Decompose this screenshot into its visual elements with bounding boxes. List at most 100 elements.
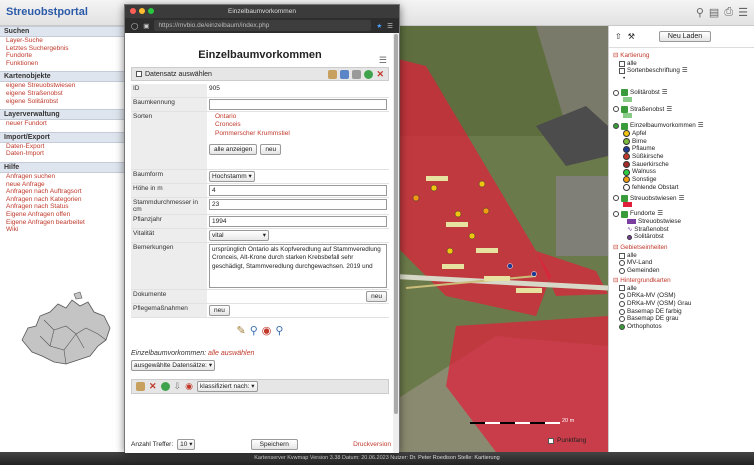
zoom-select-icon[interactable]: ⚲ xyxy=(275,324,283,338)
close-icon[interactable] xyxy=(130,8,136,14)
sorte-neu-button[interactable]: neu xyxy=(260,144,282,155)
speichern-button[interactable]: Speichern xyxy=(250,439,298,450)
tree-selected-icon[interactable] xyxy=(160,381,170,391)
minimize-icon[interactable] xyxy=(139,8,145,14)
neu-laden-button[interactable]: Neu Laden xyxy=(658,31,712,42)
group-hintergrund[interactable]: ⊟ Hintergrundkarten xyxy=(609,277,754,285)
layer-strassenobst[interactable]: Straßenobst ☰ xyxy=(609,106,754,114)
layer-fundorte[interactable]: Fundorte ☰ xyxy=(609,210,754,218)
maximize-icon[interactable] xyxy=(148,8,154,14)
pencil-icon[interactable]: ✎ xyxy=(237,324,246,338)
solitaerobst-radio[interactable] xyxy=(613,89,619,96)
delete-icon[interactable]: ✕ xyxy=(376,69,384,80)
sorte-item[interactable]: Pommerscher Krummstiel xyxy=(209,130,387,139)
hintergrund-radio[interactable] xyxy=(619,300,625,307)
sidebar-link[interactable]: neue Anfrage xyxy=(0,181,125,189)
layer-einzelbaum[interactable]: Einzelbaumvorkommen ☰ xyxy=(609,122,754,130)
sorte-item[interactable]: Cronceis xyxy=(209,121,387,130)
url-field[interactable]: https://mvbio.de/einzelbaum/index.php xyxy=(154,20,372,31)
vitalitaet-select[interactable]: vital ▾ xyxy=(209,229,269,241)
strassenobst-radio[interactable] xyxy=(613,106,619,113)
duplicate-icon[interactable] xyxy=(352,69,362,79)
hintergrund-item[interactable]: DRKa-MV (OSM) xyxy=(609,292,754,300)
sortenbeschriftung-checkbox[interactable] xyxy=(619,68,625,75)
kartierung-alle[interactable]: alle xyxy=(609,60,754,68)
select-record-checkbox[interactable] xyxy=(136,71,142,77)
klassifiziert-select[interactable]: klassifiziert nach: ▾ xyxy=(196,380,258,392)
layer-solitaerobst[interactable]: Solitärobst ☰ xyxy=(609,89,754,97)
sidebar-section-header[interactable]: Suchen xyxy=(0,26,125,37)
delete-selected-icon[interactable]: ✕ xyxy=(149,381,157,392)
sidebar-link[interactable]: Daten-Import xyxy=(0,150,125,158)
sortenbeschriftung-row[interactable]: Sortenbeschriftung ☰ xyxy=(609,67,754,75)
pin-icon[interactable]: ⇧ xyxy=(615,32,622,41)
sidebar-link[interactable]: eigene Streuobstwiesen xyxy=(0,82,125,90)
hintergrund-radio[interactable] xyxy=(619,323,625,330)
gebietseinheit-checkbox[interactable] xyxy=(619,252,625,259)
kartierung-alle-checkbox[interactable] xyxy=(619,60,625,67)
hintergrund-item[interactable]: alle xyxy=(609,285,754,293)
region-overview-map[interactable] xyxy=(14,290,116,370)
wrench-icon[interactable]: ⚒ xyxy=(628,32,635,41)
fundorte-radio[interactable] xyxy=(613,211,619,218)
map-canvas[interactable] xyxy=(386,26,608,452)
hintergrund-item[interactable]: DRKa-MV (OSM) Grau xyxy=(609,300,754,308)
sidebar-link[interactable]: Layer-Suche xyxy=(0,37,125,45)
sidebar-section-header[interactable]: Import/Export xyxy=(0,131,125,143)
star-icon[interactable]: ★ xyxy=(376,22,382,30)
zoom-all-icon[interactable]: ◉ xyxy=(262,324,272,338)
alle-anzeigen-button[interactable]: alle anzeigen xyxy=(209,144,258,155)
hintergrund-radio[interactable] xyxy=(619,308,625,315)
gebietseinheit-item[interactable]: MV-Land xyxy=(609,259,754,267)
dokumente-neu-button[interactable]: neu xyxy=(366,290,387,302)
gebietseinheit-radio[interactable] xyxy=(619,268,625,275)
anzahl-select[interactable]: 10 ▾ xyxy=(177,439,196,450)
edit-selected-icon[interactable] xyxy=(136,381,145,391)
hamburger-icon[interactable]: ☰ xyxy=(387,22,393,30)
popup-scrollbar-thumb[interactable] xyxy=(394,34,398,414)
sidebar-link[interactable]: Anfragen nach Auftragsort xyxy=(0,188,125,196)
sidebar-link[interactable]: Fundorte xyxy=(0,52,125,60)
sidebar-link[interactable]: Anfragen suchen xyxy=(0,173,125,181)
sidebar-section-header[interactable]: Kartenobjekte xyxy=(0,71,125,83)
export-icon[interactable]: ⇩ xyxy=(174,381,182,392)
book-icon[interactable]: ▤ xyxy=(709,6,719,19)
pflege-neu-button[interactable]: neu xyxy=(209,304,230,316)
sidebar-link[interactable]: neuer Fundort xyxy=(0,120,125,128)
group-kartierung[interactable]: ⊟ Kartierung xyxy=(609,52,754,60)
baumkennung-input[interactable] xyxy=(209,98,387,110)
layer-streuobstwiesen[interactable]: Streuobstwiesen ☰ xyxy=(609,195,754,203)
sidebar-link[interactable]: Wiki xyxy=(0,226,125,234)
sidebar-section-header[interactable]: Hilfe xyxy=(0,161,125,173)
hintergrund-item[interactable]: Orthophotos xyxy=(609,323,754,331)
sidebar-link[interactable]: Anfragen nach Status xyxy=(0,203,125,211)
sidebar-link[interactable]: Anfragen nach Kategorien xyxy=(0,196,125,204)
shield-icon[interactable]: ◯ xyxy=(131,22,138,30)
bemerkungen-textarea[interactable]: ursprünglich Ontario als Kopfveredlung a… xyxy=(209,243,387,288)
group-gebietseinheiten[interactable]: ⊟ Gebietseinheiten xyxy=(609,244,754,252)
selected-records-select[interactable]: ausgewählte Datensätze: ▾ xyxy=(131,359,216,371)
sidebar-section-header[interactable]: Layerverwaltung xyxy=(0,109,125,121)
sidebar-link[interactable]: Daten-Export xyxy=(0,143,125,151)
menu-icon[interactable]: ☰ xyxy=(738,6,748,19)
sidebar-link[interactable]: Eigene Anfragen bearbeitet xyxy=(0,219,125,227)
baumform-select[interactable]: Hochstamm ▾ xyxy=(209,170,255,182)
hintergrund-item[interactable]: Basemap DE grau xyxy=(609,315,754,323)
zoom-icon[interactable]: ⚲ xyxy=(250,324,258,338)
hintergrund-radio[interactable] xyxy=(619,293,625,300)
sidebar-link[interactable]: eigene Straßenobst xyxy=(0,90,125,98)
stamm-input[interactable]: 23 xyxy=(209,198,387,210)
gebietseinheit-item[interactable]: Gemeinden xyxy=(609,267,754,275)
copy-icon[interactable] xyxy=(340,69,350,79)
sidebar-link[interactable]: Funktionen xyxy=(0,60,125,68)
sidebar-link[interactable]: eigene Solitärobst xyxy=(0,98,125,106)
classify-icon[interactable]: ◉ xyxy=(185,381,193,392)
edit-icon[interactable] xyxy=(328,69,338,79)
hintergrund-radio[interactable] xyxy=(619,316,625,323)
streuobstwiesen-radio[interactable] xyxy=(613,195,619,202)
hintergrund-item[interactable]: Basemap DE farbig xyxy=(609,308,754,316)
pflanzjahr-input[interactable]: 1994 xyxy=(209,215,387,227)
tree-icon[interactable] xyxy=(364,69,374,79)
sidebar-link[interactable]: Eigene Anfragen offen xyxy=(0,211,125,219)
map-svg[interactable] xyxy=(386,26,608,452)
